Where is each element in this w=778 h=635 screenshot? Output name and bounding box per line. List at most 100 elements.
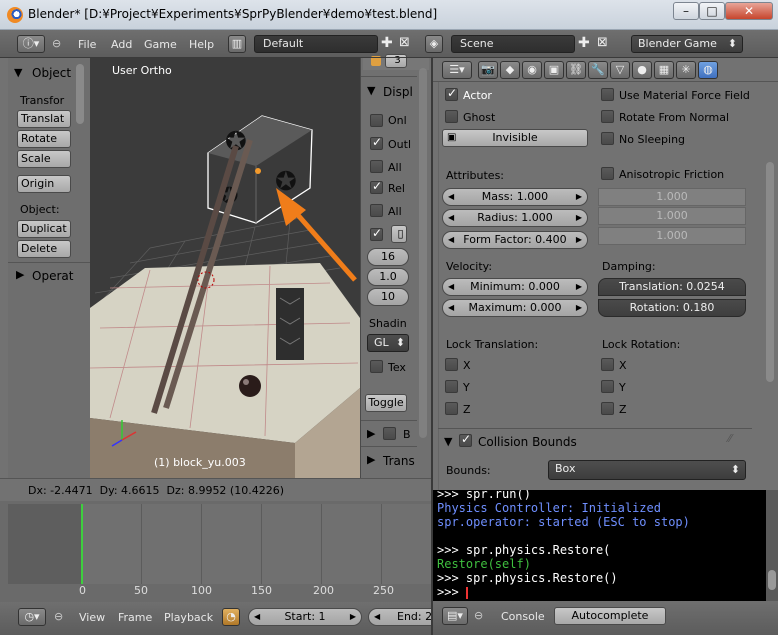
minimize-button[interactable]: –	[673, 2, 699, 20]
velocity-min-field[interactable]: ◀ Minimum: 0.000 ▶	[442, 278, 588, 296]
operator-panel-title[interactable]: Operat	[32, 269, 73, 283]
relationship-lines-checkbox[interactable]	[370, 179, 383, 194]
radius-field[interactable]: ◀ Radius: 1.000 ▶	[442, 209, 588, 227]
scene-tab-icon[interactable]: ◆	[500, 61, 520, 79]
actor-checkbox[interactable]	[445, 86, 458, 101]
particles-tab-icon[interactable]: ✳	[676, 61, 696, 79]
menu-game[interactable]: Game	[144, 38, 177, 51]
render-engine-select[interactable]: Blender Game ⬍	[631, 35, 743, 53]
collision-bounds-checkbox[interactable]	[459, 432, 472, 447]
menu-frame[interactable]: Frame	[118, 611, 152, 624]
sidebar-scrollbar[interactable]	[419, 68, 427, 438]
mass-field[interactable]: ◀ Mass: 1.000 ▶	[442, 188, 588, 206]
bounds-select[interactable]: Box ⬍	[548, 460, 746, 480]
lock-rotation-z-checkbox[interactable]	[601, 402, 614, 415]
add-scene-icon[interactable]: ✚	[578, 35, 590, 51]
panel-collapsed-icon[interactable]: ▶	[16, 268, 24, 281]
panel-expanded-icon[interactable]: ▼	[14, 66, 22, 79]
transform-orientations-title[interactable]: Trans	[383, 454, 415, 468]
origin-button[interactable]: Origin	[17, 175, 71, 193]
rotate-button[interactable]: Rotate	[17, 130, 71, 148]
all-edges-checkbox[interactable]	[370, 160, 383, 173]
anisotropic-friction-checkbox[interactable]	[601, 167, 614, 180]
collision-panel-expanded-icon[interactable]: ▼	[444, 435, 452, 448]
velocity-max-field[interactable]: ◀ Maximum: 0.000 ▶	[442, 299, 588, 317]
menu-playback[interactable]: Playback	[164, 611, 213, 624]
render-tab-icon[interactable]: 📷	[478, 61, 498, 79]
lock-translation-y-checkbox[interactable]	[445, 380, 458, 393]
ghost-checkbox[interactable]	[445, 110, 458, 123]
collapse-menu-icon[interactable]: ⊖	[52, 37, 61, 50]
scene-field[interactable]: Scene	[451, 35, 575, 53]
damping-translation-field[interactable]: Translation: 0.0254	[598, 278, 746, 296]
autocomplete-button[interactable]: Autocomplete	[554, 607, 666, 625]
add-layout-icon[interactable]: ✚	[381, 35, 393, 51]
physics-tab-icon[interactable]: ◍	[698, 61, 718, 79]
modifiers-tab-icon[interactable]: 🔧	[588, 61, 608, 79]
lock-rotation-x-checkbox[interactable]	[601, 358, 614, 371]
menu-help[interactable]: Help	[189, 38, 214, 51]
console-scrollbar[interactable]	[768, 570, 776, 590]
close-button[interactable]: ✕	[725, 2, 773, 20]
form-factor-field[interactable]: ◀ Form Factor: 0.400 ▶	[442, 231, 588, 249]
only-render-checkbox[interactable]	[370, 114, 383, 127]
lock-translation-z-checkbox[interactable]	[445, 402, 458, 415]
editor-type-timeline-icon[interactable]: ◷▾	[18, 608, 46, 626]
menu-add[interactable]: Add	[111, 38, 132, 51]
scale-button[interactable]: Scale	[17, 150, 71, 168]
toggle-quad-view-button[interactable]: Toggle	[365, 394, 407, 412]
aniso-y-field[interactable]: 1.000	[598, 207, 746, 225]
timeline[interactable]: 0 50 100 150 200 250	[0, 501, 432, 602]
menu-view[interactable]: View	[79, 611, 105, 624]
grid-lines-field[interactable]: 16	[367, 248, 409, 266]
current-frame-indicator[interactable]	[81, 504, 83, 584]
shading-select[interactable]: GL ⬍	[367, 334, 409, 352]
editor-type-console-icon[interactable]: ▤▾	[442, 607, 468, 625]
collapse-menu-icon[interactable]: ⊖	[54, 610, 63, 623]
python-console[interactable]: >>> spr.run() Physics Controller: Initia…	[432, 490, 766, 601]
invisible-toggle[interactable]: ▣ Invisible	[442, 129, 588, 147]
delete-button[interactable]: Delete	[17, 240, 71, 258]
editor-type-info-icon[interactable]: ⓘ▾	[17, 35, 45, 53]
grid-toggle-icon[interactable]: ▯	[391, 225, 407, 243]
display-panel-expanded-icon[interactable]: ▼	[367, 84, 375, 97]
tool-shelf-scrollbar[interactable]	[76, 64, 84, 124]
keying-clock-icon[interactable]: ◔	[222, 608, 240, 626]
aniso-z-field[interactable]: 1.000	[598, 227, 746, 245]
texture-tab-icon[interactable]: ▦	[654, 61, 674, 79]
no-sleeping-checkbox[interactable]	[601, 132, 614, 145]
3d-viewport[interactable]: ✪ ✪ ✪ User Ortho (1) block_yu.003	[90, 58, 360, 478]
textured-solid-checkbox[interactable]	[370, 360, 383, 373]
start-frame-field[interactable]: ◀ Start: 1 ▶	[248, 608, 362, 626]
remove-layout-icon[interactable]: ⊠	[399, 35, 410, 50]
object-panel-title[interactable]: Object	[32, 66, 71, 80]
grid-subdivisions-field[interactable]: 10	[367, 288, 409, 306]
object-tab-icon[interactable]: ▣	[544, 61, 564, 79]
aniso-x-field[interactable]: 1.000	[598, 188, 746, 206]
panel-collapsed-icon[interactable]: ▶	[367, 427, 375, 440]
duplicate-button[interactable]: Duplicat	[17, 220, 71, 238]
screen-layout-icon[interactable]: ▥	[228, 35, 246, 53]
collapse-menu-icon[interactable]: ⊖	[474, 609, 483, 622]
constraints-tab-icon[interactable]: ⛓	[566, 61, 586, 79]
lock-rotation-y-checkbox[interactable]	[601, 380, 614, 393]
use-material-force-field-checkbox[interactable]	[601, 88, 614, 101]
rotate-from-normal-checkbox[interactable]	[601, 110, 614, 123]
panel-drag-handle-icon[interactable]: ⁄⁄	[728, 432, 732, 445]
grid-scale-field[interactable]: 1.0	[367, 268, 409, 286]
console-menu[interactable]: Console	[501, 610, 545, 623]
scene-icon[interactable]: ◈	[425, 35, 443, 53]
translate-button[interactable]: Translat	[17, 110, 71, 128]
remove-scene-icon[interactable]: ⊠	[597, 35, 608, 50]
background-images-checkbox[interactable]	[383, 427, 396, 440]
outline-checkbox[interactable]	[370, 135, 383, 150]
lock-translation-x-checkbox[interactable]	[445, 358, 458, 371]
panel-collapsed-icon[interactable]: ▶	[367, 453, 375, 466]
grid-floor-checkbox[interactable]	[370, 226, 383, 241]
all-object-origins-checkbox[interactable]	[370, 204, 383, 217]
material-tab-icon[interactable]: ●	[632, 61, 652, 79]
maximize-button[interactable]: □	[699, 2, 725, 20]
damping-rotation-field[interactable]: Rotation: 0.180	[598, 299, 746, 317]
timeline-track[interactable]	[8, 504, 432, 584]
properties-scrollbar[interactable]	[766, 162, 774, 382]
